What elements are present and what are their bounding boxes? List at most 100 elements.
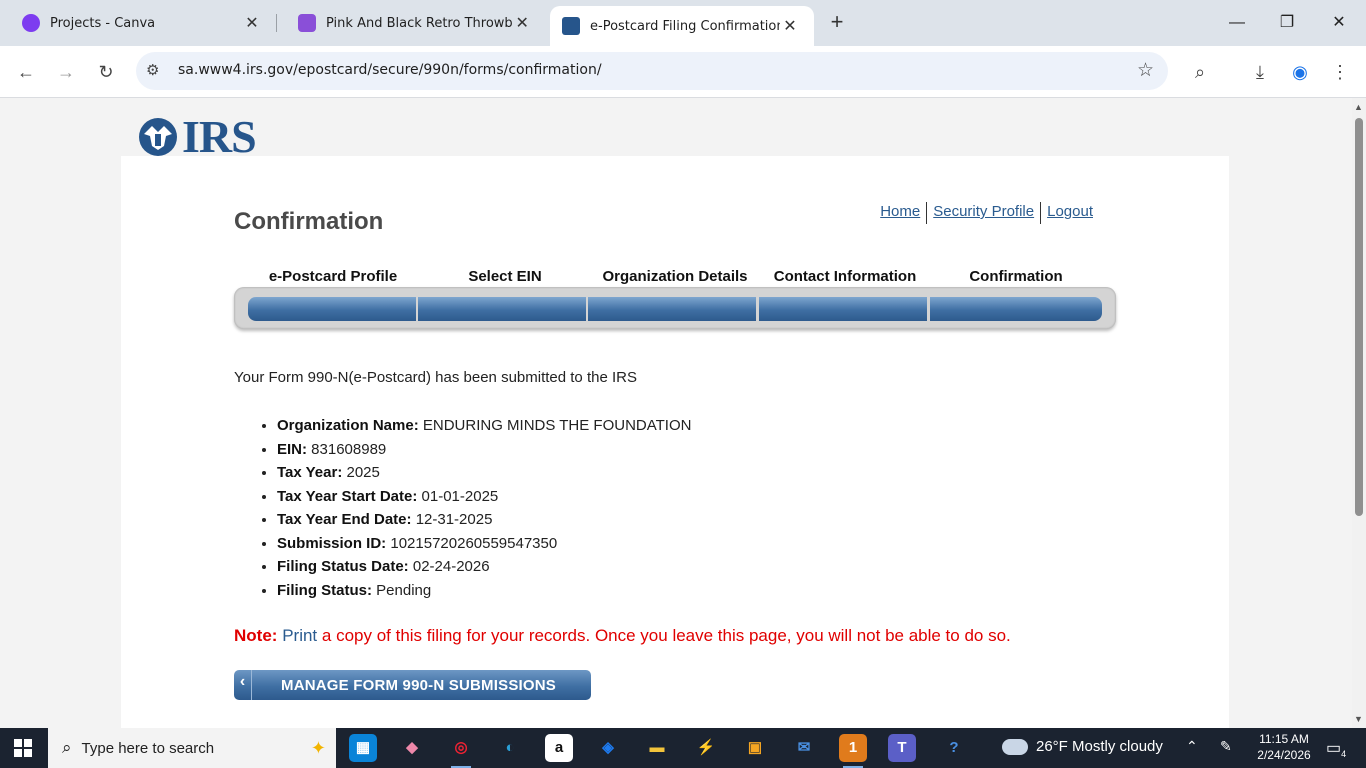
security-profile-link[interactable]: Security Profile <box>927 202 1040 224</box>
detail-label: Submission ID: <box>277 534 387 552</box>
detail-value: 02-24-2026 <box>412 558 490 575</box>
filing-details-list: Organization Name: ENDURING MINDS THE FO… <box>234 414 1134 602</box>
tab-canva[interactable]: Projects - Canva ✕ <box>0 0 276 46</box>
content-panel: Confirmation Home Security Profile Logou… <box>121 156 1229 728</box>
search-placeholder: Type here to search <box>81 739 215 757</box>
progress-segment <box>248 297 416 321</box>
detail-value: 831608989 <box>311 440 387 458</box>
close-icon[interactable]: ✕ <box>512 13 532 33</box>
scroll-up-icon[interactable]: ▲ <box>1354 102 1363 112</box>
logout-link[interactable]: Logout <box>1041 202 1099 224</box>
detail-value: 01-01-2025 <box>421 487 499 505</box>
top-nav: Home Security Profile Logout <box>874 202 1099 224</box>
download-icon[interactable]: ⤓ <box>1246 58 1274 86</box>
weather-text: 26°F Mostly cloudy <box>1036 738 1163 755</box>
clock-date: 2/24/2026 <box>1257 748 1311 762</box>
detail-filing-status-date: Filing Status Date: 02-24-2026 <box>277 555 1134 579</box>
menu-icon[interactable]: ⋮ <box>1326 58 1354 86</box>
step-label-contact-information: Contact Information <box>773 268 917 285</box>
maximize-button[interactable]: ❐ <box>1272 10 1302 36</box>
detail-value: ENDURING MINDS THE FOUNDATION <box>422 417 692 434</box>
back-button[interactable]: ← <box>12 58 40 86</box>
tab-title: Pink And Black Retro Throwback <box>326 15 513 31</box>
notification-count: 4 <box>1341 749 1347 760</box>
search-icon: ⌕ <box>62 738 72 757</box>
pen-icon[interactable]: ✎ <box>1220 738 1232 755</box>
site-info-icon[interactable]: ⚙ <box>146 61 159 79</box>
tab-title: e-Postcard Filing Confirmation <box>590 18 780 34</box>
tab-strip: Projects - Canva ✕ Pink And Black Retro … <box>0 0 1366 46</box>
detail-value: 10215720260559547350 <box>390 534 558 552</box>
close-window-button[interactable]: ✕ <box>1324 10 1354 36</box>
edge-icon[interactable]: ▦ <box>349 734 377 762</box>
progress-segment <box>588 297 756 321</box>
tab-retro[interactable]: Pink And Black Retro Throwback ✕ <box>276 0 546 46</box>
amazon-icon[interactable]: a <box>545 734 573 762</box>
manage-submissions-button[interactable]: ‹ MANAGE FORM 990-N SUBMISSIONS <box>234 670 591 700</box>
detail-value: 2025 <box>346 464 380 481</box>
file-explorer-icon[interactable]: ◆ <box>398 734 426 762</box>
taskbar-search[interactable]: ⌕ Type here to search ✦ <box>48 728 336 768</box>
step-label-select-ein: Select EIN <box>468 268 542 285</box>
submission-message: Your Form 990-N(e-Postcard) has been sub… <box>234 369 637 386</box>
weather-widget[interactable]: 26°F Mostly cloudy <box>1002 731 1163 755</box>
edge-browser-icon[interactable]: ◐ <box>496 734 524 762</box>
dropbox-icon[interactable]: ◈ <box>594 734 622 762</box>
chevron-left-icon: ‹ <box>234 670 252 700</box>
new-tab-button[interactable]: + <box>824 10 850 36</box>
system-clock[interactable]: 11:15 AM 2/24/2026 <box>1252 731 1316 763</box>
detail-tax-year-start: Tax Year Start Date: 01-01-2025 <box>277 485 1134 509</box>
scrollbar-thumb[interactable] <box>1355 118 1363 516</box>
detail-tax-year: Tax Year: 2025 <box>277 461 1134 485</box>
detail-ein: EIN: 831608989 <box>277 438 1134 462</box>
detail-filing-status: Filing Status: Pending <box>277 579 1134 603</box>
canva-icon <box>22 14 40 32</box>
forward-button[interactable]: → <box>52 58 80 86</box>
help-icon[interactable]: ? <box>940 734 968 762</box>
scroll-down-icon[interactable]: ▼ <box>1354 714 1363 724</box>
close-icon[interactable]: ✕ <box>780 16 800 36</box>
profile-icon[interactable]: ◉ <box>1286 58 1314 86</box>
notification-app-icon[interactable]: 1 <box>839 734 867 768</box>
detail-value: 12-31-2025 <box>415 511 493 528</box>
detail-label: Organization Name: <box>277 417 419 434</box>
close-icon[interactable]: ✕ <box>242 13 262 33</box>
irs-logo[interactable]: IRS <box>136 111 257 162</box>
chevron-up-icon[interactable]: ⌃ <box>1186 738 1198 755</box>
progress-bar <box>234 287 1116 329</box>
bookmark-star-icon[interactable]: ☆ <box>1137 59 1154 82</box>
progress-segment <box>759 297 927 321</box>
step-label-profile: e-Postcard Profile <box>268 268 398 285</box>
minimize-button[interactable]: — <box>1222 10 1252 36</box>
irs-logo-text: IRS <box>182 111 257 162</box>
tab-epostcard[interactable]: e-Postcard Filing Confirmation ✕ <box>550 6 814 46</box>
windows-start-icon[interactable] <box>14 739 32 757</box>
app-icon[interactable]: ⚡ <box>692 734 720 762</box>
address-bar[interactable]: ⚙ sa.www4.irs.gov/epostcard/secure/990n/… <box>136 52 1168 90</box>
page-scrollbar[interactable]: ▲ ▼ <box>1352 98 1366 728</box>
print-note: Note: Print a copy of this filing for yo… <box>234 626 1134 646</box>
detail-label: Filing Status Date: <box>277 558 409 575</box>
detail-label: Tax Year: <box>277 464 343 481</box>
teams-icon[interactable]: T <box>888 734 916 762</box>
detail-value: Pending <box>376 581 432 599</box>
progress-segment <box>930 297 1102 321</box>
url-text[interactable]: sa.www4.irs.gov/epostcard/secure/990n/fo… <box>178 62 602 78</box>
mail-icon[interactable]: ✉ <box>790 734 818 762</box>
detail-label: Tax Year Start Date: <box>277 487 418 505</box>
store-icon[interactable]: ▣ <box>741 734 769 762</box>
detail-tax-year-end: Tax Year End Date: 12-31-2025 <box>277 508 1134 532</box>
home-link[interactable]: Home <box>874 202 926 224</box>
notification-center-icon[interactable]: ▭4 <box>1326 738 1346 759</box>
lens-search-icon[interactable]: ⌕ <box>1186 58 1214 86</box>
reload-button[interactable]: ↻ <box>92 58 120 86</box>
browser-toolbar: ← → ↻ ⚙ sa.www4.irs.gov/epostcard/secure… <box>0 46 1366 98</box>
folder-icon[interactable]: ▬ <box>643 734 671 762</box>
detail-label: Filing Status: <box>277 581 372 599</box>
print-link[interactable]: Print <box>282 626 317 645</box>
step-label-organization-details: Organization Details <box>602 268 748 285</box>
detail-organization-name: Organization Name: ENDURING MINDS THE FO… <box>277 414 1134 438</box>
chrome-icon[interactable]: ◎ <box>447 734 475 768</box>
irs-favicon-icon <box>562 17 580 35</box>
sparkle-icon: ✦ <box>310 737 326 758</box>
